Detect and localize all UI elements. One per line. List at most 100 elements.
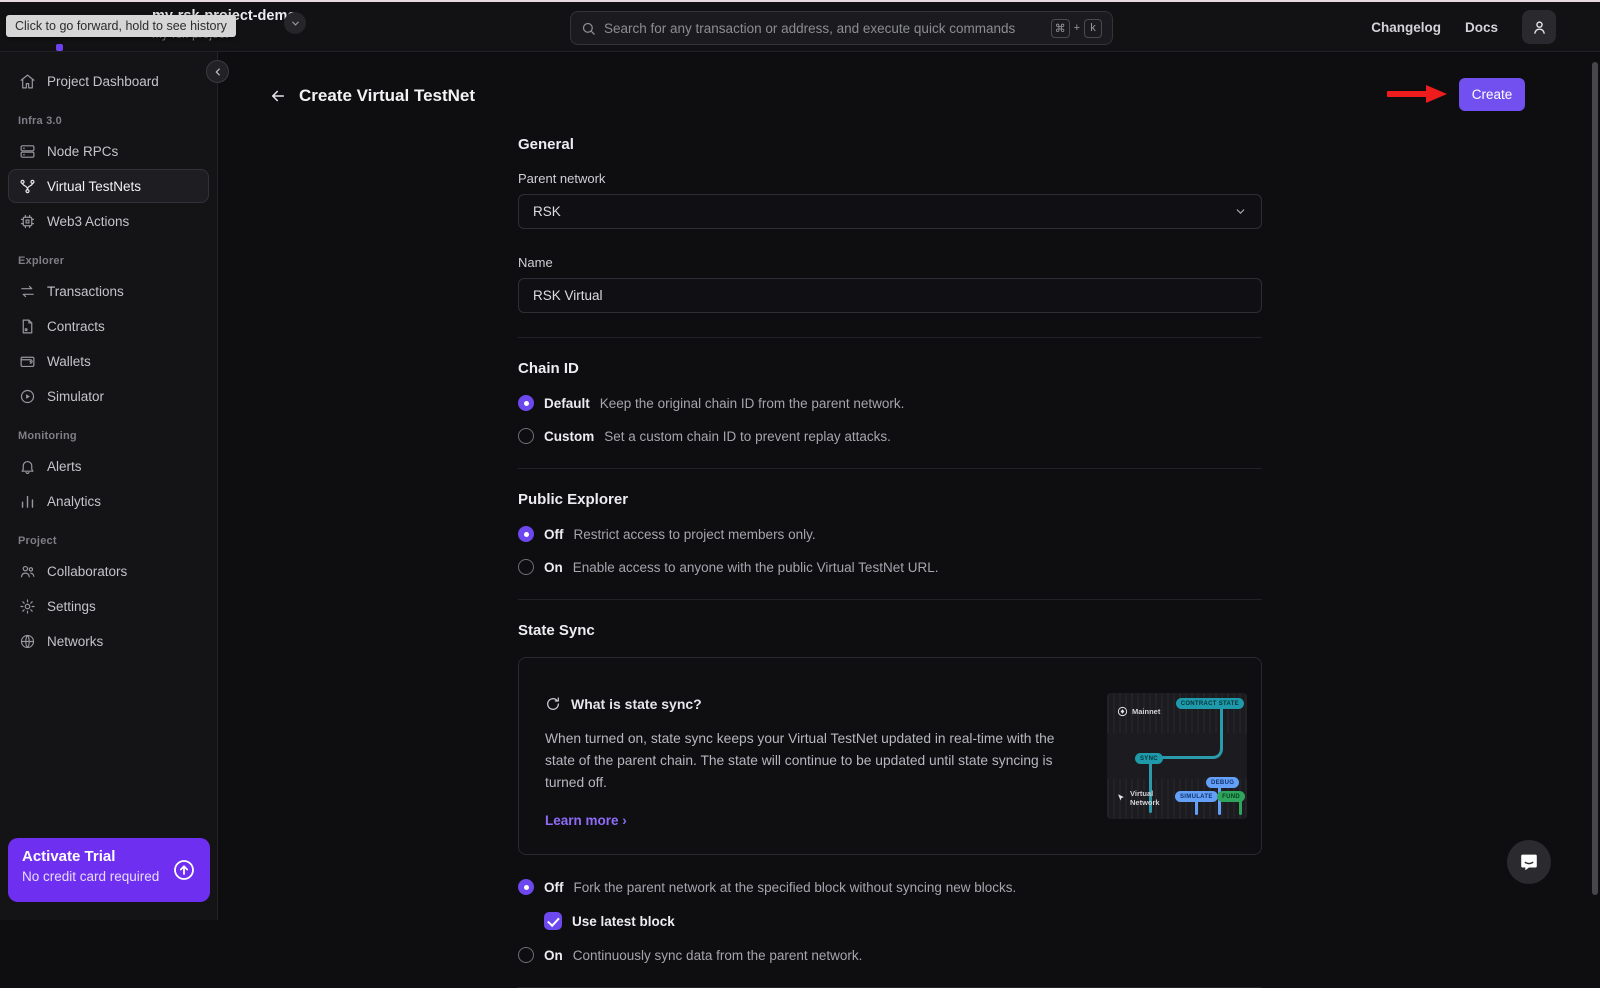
trial-subtitle: No credit card required [22,869,196,884]
sidebar-item-analytics[interactable]: Analytics [8,484,209,518]
mainnet-label: Mainnet [1132,707,1160,716]
intercom-chat-button[interactable] [1507,840,1551,884]
radio-label: Off [544,527,564,542]
chat-bubble-icon [1518,851,1540,873]
contract-state-badge: CONTRACT STATE [1176,698,1244,709]
sidebar-item-contracts[interactable]: Contracts [8,309,209,343]
section-state-sync: State Sync What is state sync? When turn… [518,599,1262,988]
sidebar-item-wallets[interactable]: Wallets [8,344,209,378]
sidebar-item-alerts[interactable]: Alerts [8,449,209,483]
sidebar-item-collaborators[interactable]: Collaborators [8,554,209,588]
section-general: General Parent network RSK Name [518,136,1262,337]
shortcut-plus: + [1074,22,1080,34]
radio-desc: Restrict access to project members only. [574,527,816,542]
chip-icon [19,213,36,230]
create-button[interactable]: Create [1459,78,1525,111]
tenderly-logo[interactable] [56,44,63,51]
sidebar-item-settings[interactable]: Settings [8,589,209,623]
sidebar-section-explorer: Explorer [18,255,199,267]
learn-more-label: Learn more [545,813,619,828]
project-chevron-button[interactable] [284,12,306,34]
sidebar-item-web3-actions[interactable]: Web3 Actions [8,204,209,238]
sync-card-title: What is state sync? [571,696,702,712]
sync-badge: SYNC [1135,753,1163,764]
play-circle-icon [19,388,36,405]
sidebar-item-project-dashboard[interactable]: Project Dashboard [8,64,209,98]
use-latest-block-row[interactable]: Use latest block [544,912,1262,930]
parent-network-label: Parent network [518,171,1262,186]
sidebar-item-label: Transactions [47,284,124,299]
sidebar-item-label: Settings [47,599,96,614]
window-top-accent-line [0,0,1600,2]
k-key: k [1084,19,1102,38]
radio-state-sync-off[interactable]: Off Fork the parent network at the speci… [518,879,1262,895]
sync-card-body: When turned on, state sync keeps your Vi… [545,728,1087,794]
page-scrollbar[interactable] [1592,62,1598,895]
section-chain-id: Chain ID Default Keep the original chain… [518,337,1262,468]
learn-more-link[interactable]: Learn more › [545,813,627,828]
account-menu-button[interactable] [1522,10,1556,44]
radio-state-sync-on[interactable]: On Continuously sync data from the paren… [518,947,1262,963]
users-icon [19,563,36,580]
parent-network-value: RSK [533,204,561,219]
radio-selected-icon[interactable] [518,526,534,542]
sidebar-item-label: Virtual TestNets [47,179,141,194]
radio-label: On [544,948,563,963]
sidebar-item-label: Simulator [47,389,104,404]
radio-chain-id-default[interactable]: Default Keep the original chain ID from … [518,395,1262,411]
global-search[interactable]: ⌘ + k [570,11,1113,45]
back-button[interactable] [265,83,291,109]
sidebar-item-label: Contracts [47,319,105,334]
sidebar-item-label: Project Dashboard [47,74,159,89]
chain-id-heading: Chain ID [518,360,1262,377]
sidebar-collapse-button[interactable] [206,60,229,83]
sidebar-section-infra: Infra 3.0 [18,115,199,127]
fund-badge: FUND [1217,791,1245,802]
sync-flow-line [1151,709,1223,759]
simulate-badge: SIMULATE [1175,791,1218,802]
radio-explorer-on[interactable]: On Enable access to anyone with the publ… [518,559,1262,575]
docs-link[interactable]: Docs [1465,20,1498,35]
sidebar-item-label: Node RPCs [47,144,118,159]
activate-trial-banner[interactable]: Activate Trial No credit card required [8,838,210,902]
parent-network-select[interactable]: RSK [518,194,1262,229]
gear-icon [19,598,36,615]
radio-selected-icon[interactable] [518,879,534,895]
main-content: Create Virtual TestNet Create General Pa… [218,52,1600,920]
radio-unselected-icon[interactable] [518,428,534,444]
chevron-down-icon [290,18,301,29]
radio-desc: Set a custom chain ID to prevent replay … [604,429,891,444]
wallet-icon [19,353,36,370]
sidebar-section-monitoring: Monitoring [18,430,199,442]
cursor-icon [1116,793,1126,803]
search-input[interactable] [604,21,1051,36]
sidebar-item-networks[interactable]: Networks [8,624,209,658]
sidebar-item-node-rpcs[interactable]: Node RPCs [8,134,209,168]
radio-selected-icon[interactable] [518,395,534,411]
state-sync-illustration: Mainnet CONTRACT STATE SYNC DEBUG SIMULA… [1107,693,1247,819]
radio-label: Off [544,880,564,895]
radio-label: Default [544,396,590,411]
public-explorer-heading: Public Explorer [518,491,1262,508]
name-label: Name [518,255,1262,270]
file-icon [19,318,36,335]
cmd-key: ⌘ [1051,19,1070,38]
radio-desc: Enable access to anyone with the public … [573,560,939,575]
name-input[interactable] [533,288,1247,303]
radio-explorer-off[interactable]: Off Restrict access to project members o… [518,526,1262,542]
chevron-left-icon [213,67,223,77]
radio-unselected-icon[interactable] [518,947,534,963]
sidebar-item-transactions[interactable]: Transactions [8,274,209,308]
general-heading: General [518,136,1262,153]
section-public-explorer: Public Explorer Off Restrict access to p… [518,468,1262,599]
radio-unselected-icon[interactable] [518,559,534,575]
checkbox-checked-icon[interactable] [544,912,562,930]
sidebar-item-simulator[interactable]: Simulator [8,379,209,413]
trial-title: Activate Trial [22,848,196,865]
topbar-links: Changelog Docs [1371,2,1556,52]
radio-chain-id-custom[interactable]: Custom Set a custom chain ID to prevent … [518,428,1262,444]
changelog-link[interactable]: Changelog [1371,20,1441,35]
mainnet-icon [1117,706,1128,717]
sidebar-item-virtual-testnets[interactable]: Virtual TestNets [8,169,209,203]
page-title: Create Virtual TestNet [299,86,475,106]
